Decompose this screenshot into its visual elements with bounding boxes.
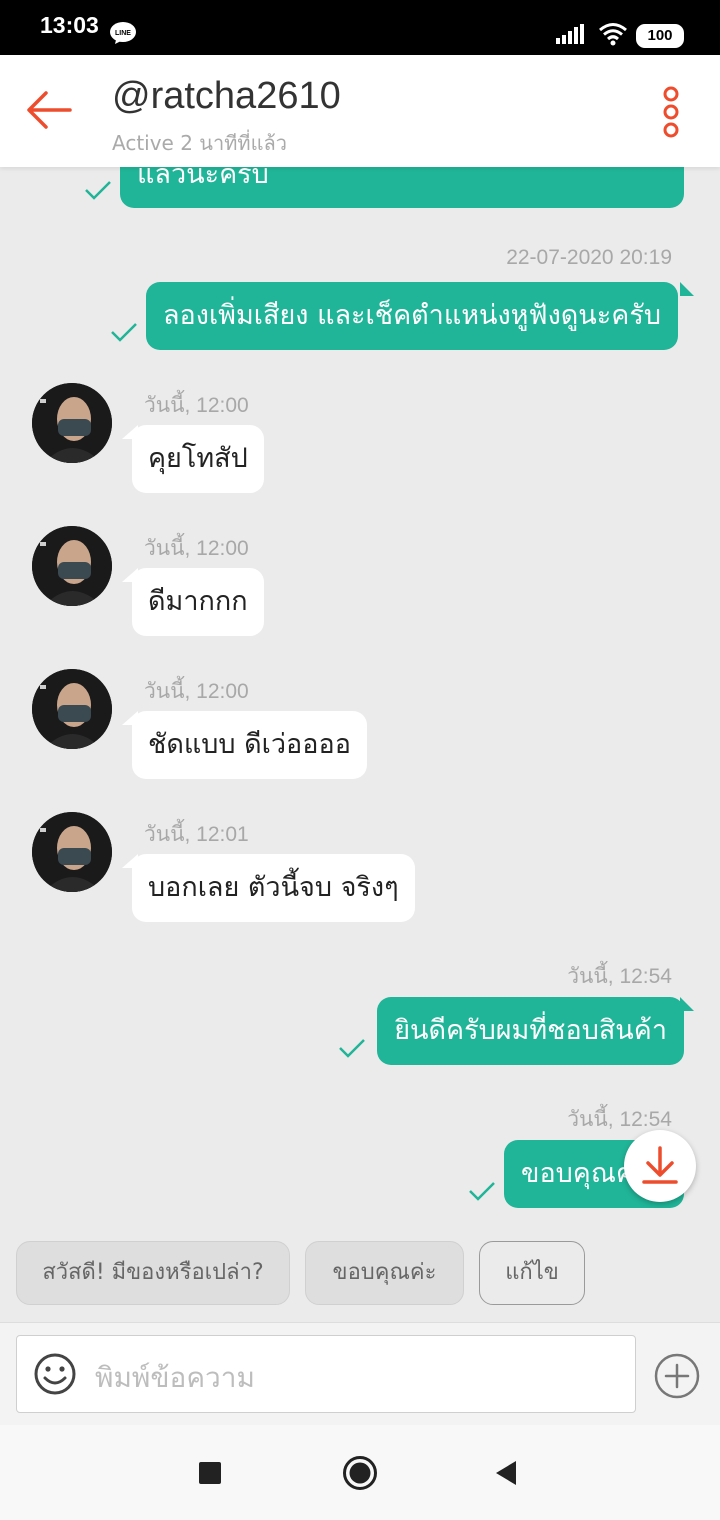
bubble-tail <box>680 282 694 296</box>
active-status: Active 2 นาทีที่แล้ว <box>112 131 287 155</box>
line-icon: LINE <box>110 22 136 44</box>
quick-reply-chip[interactable]: สวัสดี! มีของหรือเปล่า? <box>16 1241 290 1305</box>
nav-home-icon[interactable] <box>342 1455 378 1491</box>
check-icon <box>339 1039 365 1058</box>
emoji-icon[interactable] <box>33 1352 77 1396</box>
message-text: แล้วนะครับ <box>137 167 269 190</box>
incoming-message[interactable]: ชัดแบบ ดีเว่ออออ <box>132 711 367 779</box>
nav-back-icon[interactable] <box>494 1459 518 1487</box>
status-time: 13:03 <box>40 12 99 38</box>
message-text: ดีมากกก <box>148 586 248 617</box>
wifi-icon <box>599 23 627 46</box>
avatar-image <box>32 526 112 606</box>
message-timestamp: วันนี้, 12:01 <box>144 823 249 846</box>
chat-header: @ratcha2610 Active 2 นาทีที่แล้ว <box>0 55 720 167</box>
message-list[interactable]: แล้วนะครับ 22-07-2020 20:19 ลองเพิ่มเสีย… <box>0 167 720 1232</box>
message-input-bar: พิมพ์ข้อความ <box>0 1322 720 1425</box>
avatar[interactable] <box>32 526 112 606</box>
svg-text:LINE: LINE <box>115 30 131 37</box>
message-text: คุยโทสัป <box>148 443 248 474</box>
message-timestamp: วันนี้, 12:00 <box>144 394 249 417</box>
scroll-to-bottom-button[interactable] <box>624 1130 696 1202</box>
bubble-tail <box>680 997 694 1011</box>
check-icon <box>85 181 111 200</box>
input-placeholder: พิมพ์ข้อความ <box>95 1361 255 1394</box>
signal-icon <box>556 24 584 44</box>
battery-icon: 100 <box>636 24 684 48</box>
status-bar: 13:03 LINE 100 <box>0 0 720 55</box>
outgoing-message[interactable]: ยินดีครับผมที่ชอบสินค้า <box>377 997 684 1065</box>
avatar-image <box>32 812 112 892</box>
avatar[interactable] <box>32 383 112 463</box>
message-timestamp: วันนี้, 12:00 <box>144 680 249 703</box>
back-arrow-icon[interactable] <box>24 87 74 133</box>
message-text: ขอบคุณค <box>521 1158 634 1189</box>
avatar-image <box>32 669 112 749</box>
message-input[interactable]: พิมพ์ข้อความ <box>16 1335 636 1413</box>
avatar[interactable] <box>32 669 112 749</box>
outgoing-message[interactable]: แล้วนะครับ <box>120 167 684 208</box>
avatar[interactable] <box>32 812 112 892</box>
outgoing-message[interactable]: ลองเพิ่มเสียง และเช็คตำแหน่งหูฟังดูนะครั… <box>146 282 678 350</box>
download-arrow-icon <box>642 1146 678 1184</box>
message-text: ชัดแบบ ดีเว่ออออ <box>148 729 351 760</box>
incoming-message[interactable]: บอกเลย ตัวนี้จบ จริงๆ <box>132 854 415 922</box>
more-vert-icon[interactable] <box>656 85 686 139</box>
plus-icon[interactable] <box>654 1353 700 1399</box>
check-icon <box>111 323 137 342</box>
nav-recent-icon[interactable] <box>199 1462 221 1484</box>
incoming-message[interactable]: คุยโทสัป <box>132 425 264 493</box>
message-text: ลองเพิ่มเสียง และเช็คตำแหน่งหูฟังดูนะครั… <box>163 300 661 331</box>
message-timestamp: วันนี้, 12:54 <box>567 965 672 988</box>
quick-reply-chip[interactable]: ขอบคุณค่ะ <box>305 1241 464 1305</box>
message-timestamp: วันนี้, 12:00 <box>144 537 249 560</box>
message-text: บอกเลย ตัวนี้จบ จริงๆ <box>148 872 399 903</box>
quick-replies: สวัสดี! มีของหรือเปล่า? ขอบคุณค่ะ แก้ไข <box>0 1232 720 1322</box>
chat-title: @ratcha2610 <box>112 75 341 117</box>
edit-quick-replies-chip[interactable]: แก้ไข <box>479 1241 585 1305</box>
avatar-image <box>32 383 112 463</box>
message-timestamp: 22-07-2020 20:19 <box>506 246 672 269</box>
incoming-message[interactable]: ดีมากกก <box>132 568 264 636</box>
check-icon <box>469 1182 495 1201</box>
message-text: ยินดีครับผมที่ชอบสินค้า <box>394 1015 667 1046</box>
system-nav-bar <box>0 1425 720 1520</box>
